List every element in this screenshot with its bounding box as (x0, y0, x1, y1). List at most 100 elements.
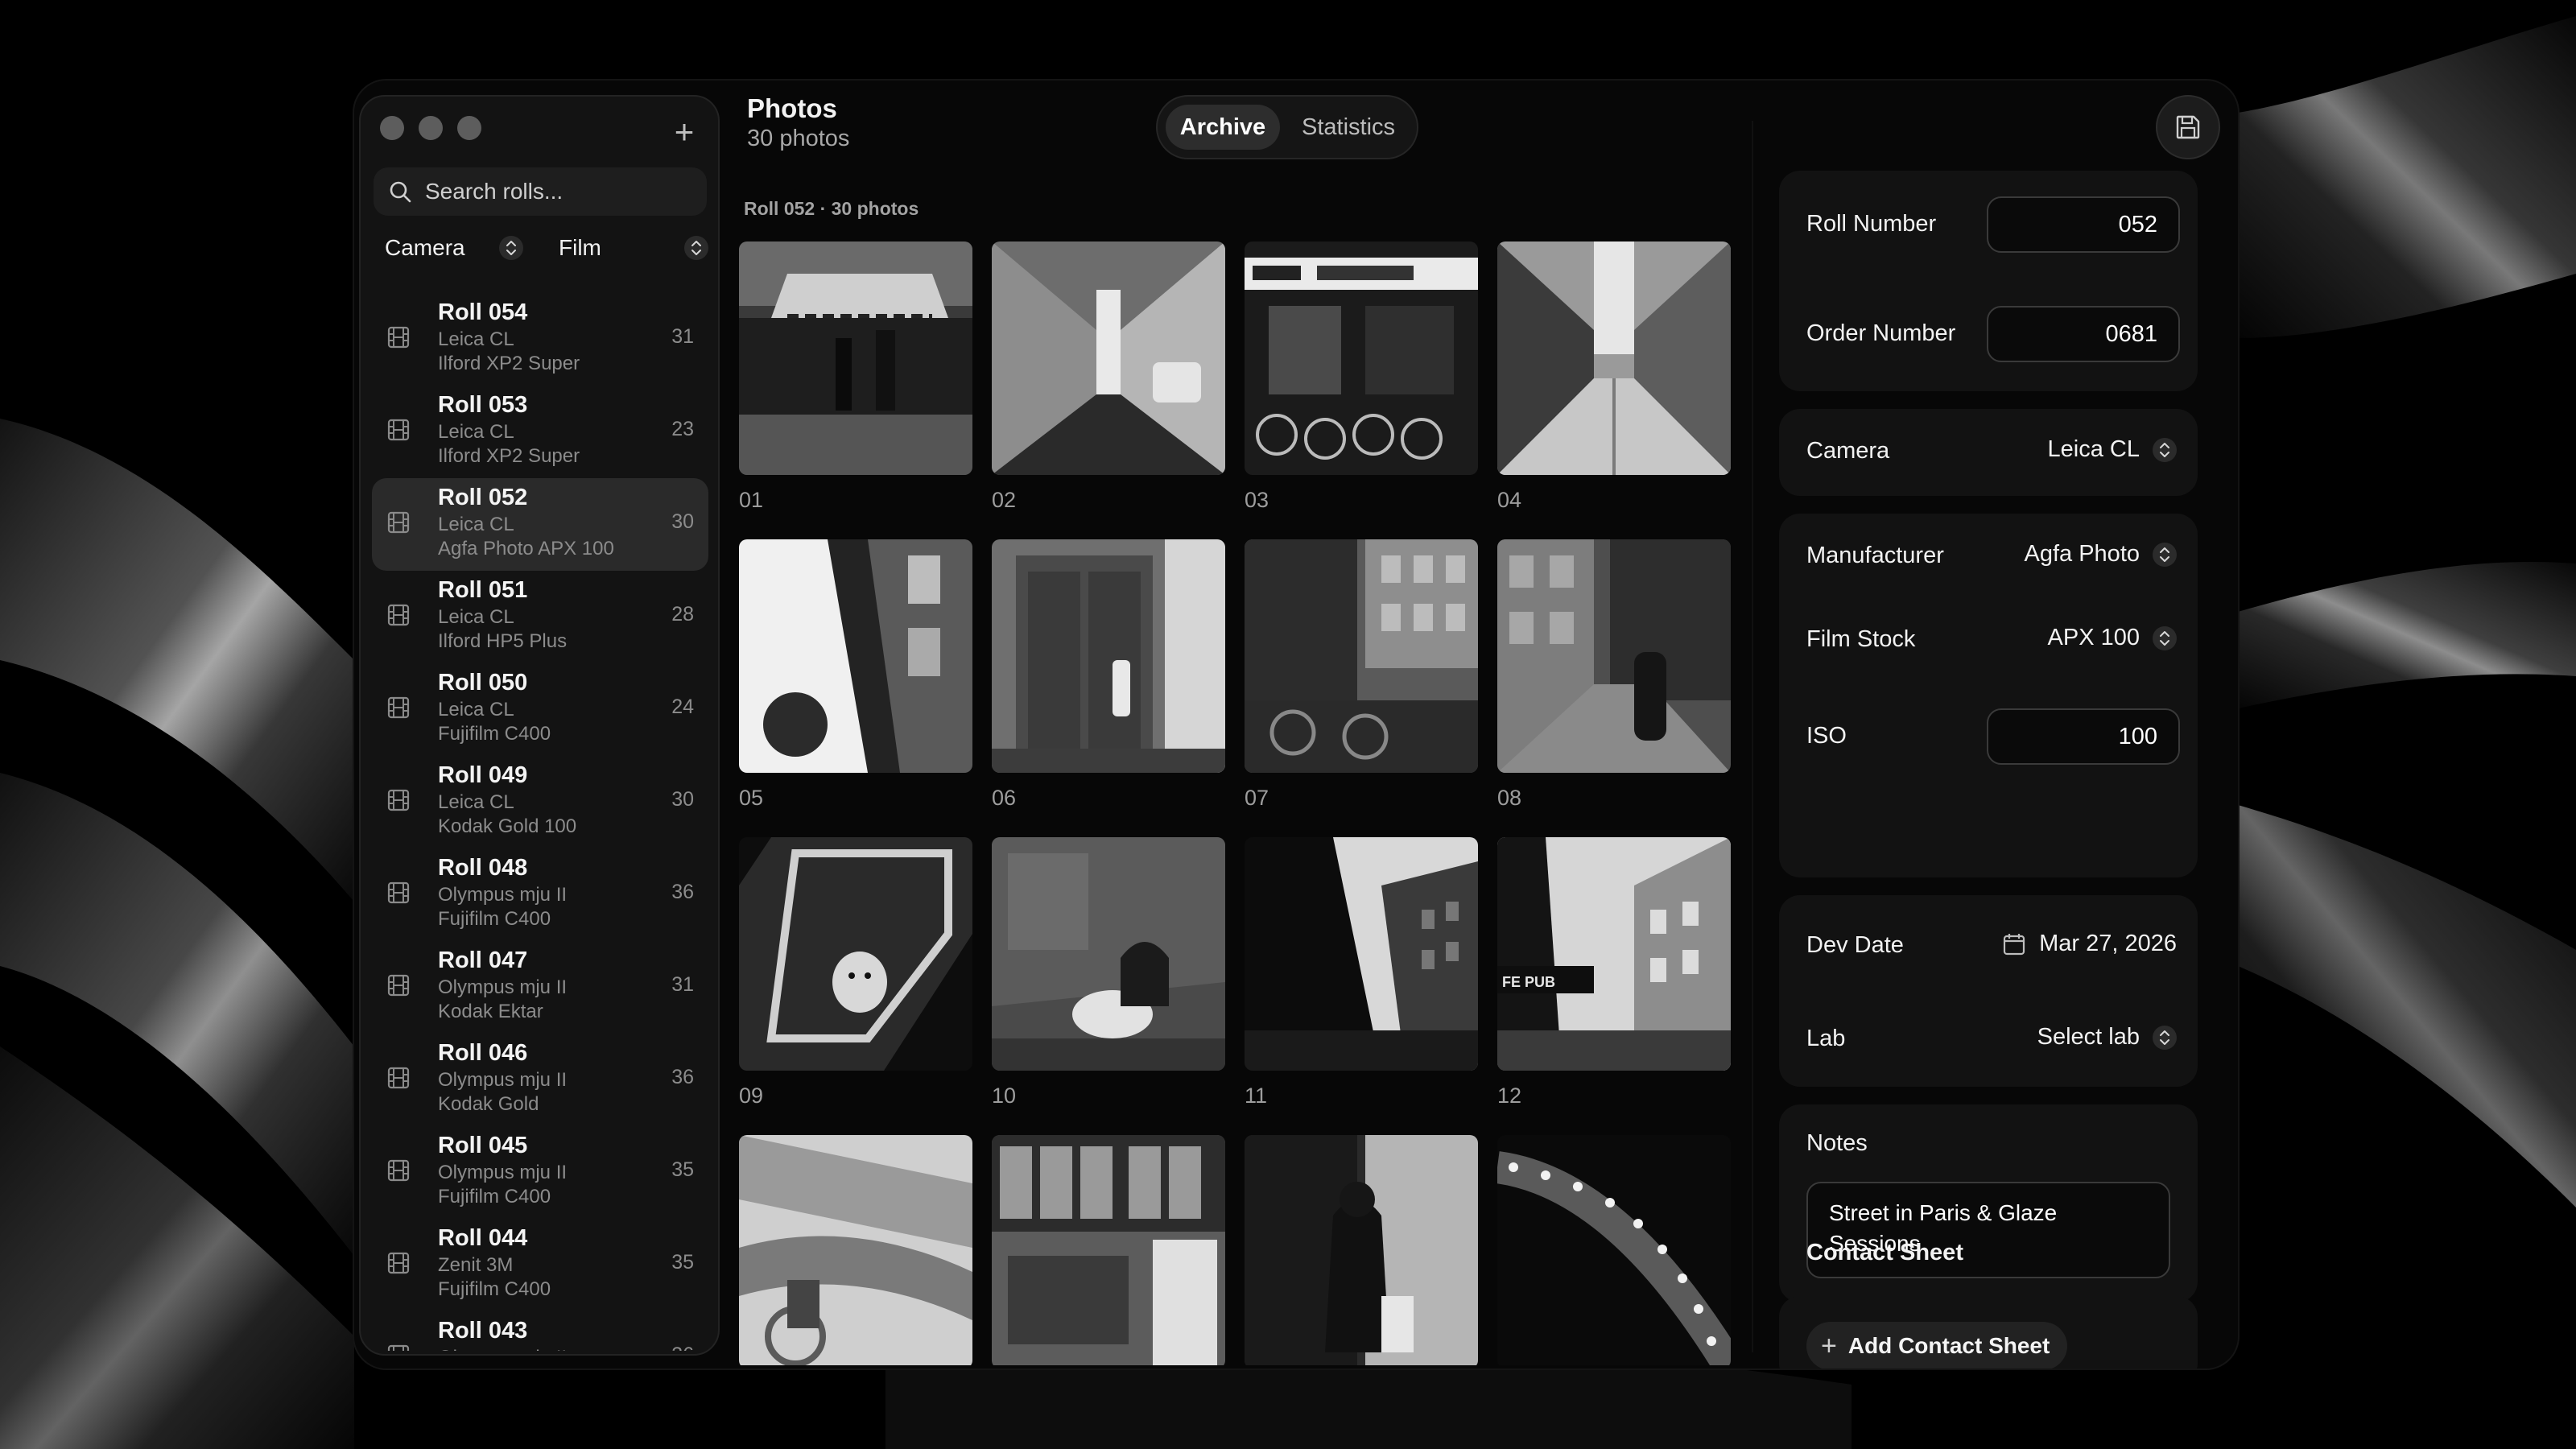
dev-date-label: Dev Date (1806, 932, 1904, 958)
film-filter[interactable]: Film (559, 235, 708, 261)
photo-tile[interactable]: 14 (992, 1135, 1225, 1365)
roll-camera: Leica CL (438, 699, 514, 720)
roll-title: Roll 051 (438, 577, 528, 603)
film-stock-select[interactable]: APX 100 (2048, 625, 2177, 651)
photo-thumbnail[interactable] (1497, 242, 1731, 475)
roll-item[interactable]: Roll 047 Olympus mju II Kodak Ektar 31 (372, 941, 708, 1034)
roll-count: 31 (671, 973, 694, 996)
photo-thumbnail[interactable] (1245, 539, 1478, 773)
photo-tile[interactable]: 07 (1245, 539, 1478, 811)
photo-tile[interactable]: 11 (1245, 837, 1478, 1108)
photo-thumbnail[interactable] (739, 539, 972, 773)
photo-thumbnail[interactable] (739, 837, 972, 1071)
iso-field[interactable]: 100 (1987, 708, 2180, 765)
photo-number: 09 (739, 1084, 764, 1108)
film-icon (386, 510, 411, 539)
film-card: Manufacturer Agfa Photo Film Stock APX 1… (1779, 514, 2198, 877)
tab-archive[interactable]: Archive (1166, 105, 1280, 150)
manufacturer-select[interactable]: Agfa Photo (2024, 541, 2177, 568)
minimize-window-button[interactable] (419, 116, 443, 140)
roll-item[interactable]: Roll 043 Olympus mju II 36 (372, 1311, 708, 1351)
search-input[interactable] (425, 179, 691, 204)
camera-filter-label: Camera (385, 235, 465, 260)
photo-tile[interactable]: 02 (992, 242, 1225, 513)
photo-thumbnail[interactable] (1497, 1135, 1731, 1365)
photo-tile[interactable]: 08 (1497, 539, 1731, 811)
photo-tile[interactable]: 16 (1497, 1135, 1731, 1365)
film-stock-value: APX 100 (2047, 625, 2140, 650)
film-icon (386, 325, 411, 353)
roll-number-label: Roll Number (1806, 211, 1937, 237)
photo-tile[interactable]: 05 (739, 539, 972, 811)
roll-camera: Olympus mju II (438, 1069, 568, 1091)
page-title: Photos (747, 93, 837, 123)
photo-tile[interactable]: 01 (739, 242, 972, 513)
photo-count: 30 photos (747, 126, 850, 151)
add-contact-sheet-button[interactable]: + Add Contact Sheet (1806, 1322, 2068, 1368)
lab-label: Lab (1806, 1026, 1846, 1051)
photo-thumbnail[interactable] (992, 539, 1225, 773)
roll-count: 28 (671, 603, 694, 625)
manufacturer-value: Agfa Photo (2024, 541, 2140, 567)
roll-camera: Leica CL (438, 421, 514, 443)
order-number-field[interactable]: 0681 (1987, 306, 2180, 362)
roll-title: Roll 044 (438, 1225, 528, 1251)
photo-tile[interactable]: 13 (739, 1135, 972, 1365)
shop-sign-text: FE PUB (1502, 974, 1555, 990)
roll-camera: Olympus mju II (438, 976, 568, 998)
photo-thumbnail[interactable] (1245, 242, 1478, 475)
photo-thumbnail[interactable] (992, 837, 1225, 1071)
photo-thumbnail[interactable] (992, 1135, 1225, 1365)
search-field[interactable] (374, 167, 707, 216)
roll-count: 31 (671, 325, 694, 348)
add-roll-button[interactable]: + (668, 115, 700, 150)
camera-card: Camera Leica CL (1779, 409, 2198, 496)
close-window-button[interactable] (380, 116, 404, 140)
photo-thumbnail[interactable] (739, 242, 972, 475)
roll-item[interactable]: Roll 052 Leica CL Agfa Photo APX 100 30 (372, 478, 708, 571)
photo-tile[interactable]: 09 (739, 837, 972, 1108)
photo-number: 02 (992, 488, 1017, 512)
camera-select[interactable]: Leica CL (2048, 436, 2177, 463)
photo-tile[interactable]: 15 (1245, 1135, 1478, 1365)
film-icon (386, 603, 411, 631)
roll-camera: Olympus mju II (438, 884, 568, 906)
photo-tile[interactable]: 10 (992, 837, 1225, 1108)
tab-statistics[interactable]: Statistics (1286, 105, 1410, 150)
roll-item[interactable]: Roll 044 Zenit 3M Fujifilm C400 35 (372, 1219, 708, 1311)
photo-thumbnail[interactable]: FE PUB (1497, 837, 1731, 1071)
photo-thumbnail[interactable] (739, 1135, 972, 1365)
photo-tile[interactable]: 03 (1245, 242, 1478, 513)
zoom-window-button[interactable] (457, 116, 481, 140)
roll-item[interactable]: Roll 051 Leica CL Ilford HP5 Plus 28 (372, 571, 708, 663)
roll-count: 36 (671, 881, 694, 903)
camera-filter[interactable]: Camera (385, 235, 523, 261)
roll-title: Roll 049 (438, 762, 528, 788)
photo-tile[interactable]: 06 (992, 539, 1225, 811)
photo-thumbnail[interactable] (1245, 1135, 1478, 1365)
roll-number-field[interactable]: 052 (1987, 196, 2180, 253)
roll-title: Roll 054 (438, 299, 528, 325)
roll-item[interactable]: Roll 048 Olympus mju II Fujifilm C400 36 (372, 848, 708, 941)
roll-camera: Leica CL (438, 514, 514, 535)
iso-label: ISO (1806, 723, 1847, 749)
photo-tile[interactable]: 04 (1497, 242, 1731, 513)
dev-date-picker[interactable]: Mar 27, 2026 (2002, 931, 2177, 957)
photo-thumbnail[interactable] (1497, 539, 1731, 773)
roll-camera: Zenit 3M (438, 1254, 514, 1276)
roll-item[interactable]: Roll 045 Olympus mju II Fujifilm C400 35 (372, 1126, 708, 1219)
chevron-updown-icon (2153, 437, 2177, 462)
lab-select[interactable]: Select lab (2037, 1024, 2177, 1051)
roll-item[interactable]: Roll 053 Leica CL Ilford XP2 Super 23 (372, 386, 708, 478)
photo-thumbnail[interactable] (1245, 837, 1478, 1071)
roll-film: Kodak Gold (438, 1093, 539, 1115)
roll-item[interactable]: Roll 054 Leica CL Ilford XP2 Super 31 (372, 293, 708, 386)
search-icon (390, 181, 411, 203)
roll-item[interactable]: Roll 049 Leica CL Kodak Gold 100 30 (372, 756, 708, 848)
photo-tile[interactable]: FE PUB 12 (1497, 837, 1731, 1108)
roll-camera: Leica CL (438, 328, 514, 350)
photo-number: 04 (1497, 488, 1522, 512)
roll-item[interactable]: Roll 046 Olympus mju II Kodak Gold 36 (372, 1034, 708, 1126)
roll-item[interactable]: Roll 050 Leica CL Fujifilm C400 24 (372, 663, 708, 756)
photo-thumbnail[interactable] (992, 242, 1225, 475)
